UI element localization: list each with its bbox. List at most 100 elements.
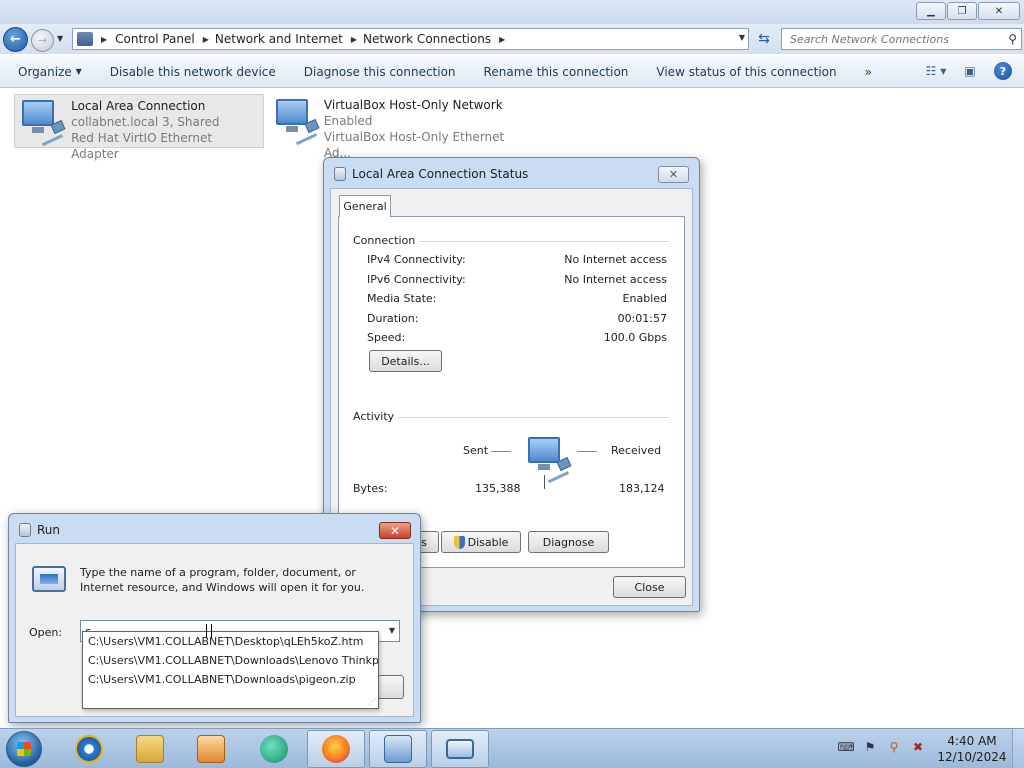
divider	[395, 417, 669, 418]
volume-muted-icon[interactable]: ✖	[910, 739, 926, 755]
bytes-sent: 135,388	[475, 482, 521, 495]
breadcrumb-label: Network and Internet	[214, 32, 343, 46]
tab-general[interactable]: General	[339, 195, 391, 217]
run-window-icon	[19, 523, 31, 537]
recent-pages-dropdown[interactable]: ▼	[57, 34, 63, 43]
ok-button[interactable]	[376, 675, 404, 699]
autocomplete-item[interactable]: C:\Users\VM1.COLLABNET\Desktop\qLEh5koZ.…	[83, 632, 378, 651]
help-icon[interactable]: ?	[994, 62, 1012, 80]
restore-button[interactable]: ❐	[947, 2, 977, 20]
stat-value: No Internet access	[564, 253, 667, 266]
connection-virtualbox[interactable]: VirtualBox Host-Only Network Enabled Vir…	[269, 94, 529, 160]
taskbar: ⌨ ⚑ ⚲ ✖ 4:40 AM 12/10/2024	[0, 728, 1024, 768]
back-button[interactable]: ←	[3, 27, 28, 52]
address-box[interactable]: ▶ Control Panel ▶ Network and Internet ▶…	[72, 28, 749, 50]
diagnose-button[interactable]: Diagnose	[528, 531, 609, 553]
refresh-icon: ⇆	[758, 31, 770, 47]
forward-button[interactable]: →	[31, 29, 54, 52]
autocomplete-item[interactable]: C:\Users\VM1.COLLABNET\Downloads\Lenovo …	[83, 651, 378, 670]
details-button[interactable]: Details...	[369, 350, 442, 372]
autocomplete-item[interactable]: C:\Users\VM1.COLLABNET\Downloads\pigeon.…	[83, 670, 378, 689]
breadcrumb-arrow[interactable]: ▶	[203, 35, 215, 44]
close-dialog-button[interactable]: Close	[613, 576, 686, 598]
action-center-icon[interactable]: ⚑	[862, 739, 878, 755]
taskbar-file-explorer[interactable]	[121, 730, 179, 768]
start-button[interactable]	[6, 731, 42, 767]
minimize-button[interactable]: ▁	[916, 2, 946, 20]
breadcrumb-arrow[interactable]: ▶	[499, 35, 511, 44]
notification-area: ⌨ ⚑ ⚲ ✖	[837, 739, 926, 755]
breadcrumb-control-panel[interactable]: Control Panel	[115, 32, 195, 46]
search-box[interactable]: ⚲	[781, 28, 1022, 50]
chevron-right-icon: ▶	[499, 34, 506, 44]
run-dialog-close-button[interactable]: ✕	[379, 522, 411, 539]
taskbar-chat-app[interactable]	[245, 730, 303, 768]
change-view-icon[interactable]: ☷ ▼	[926, 62, 947, 80]
taskbar-internet-explorer[interactable]	[60, 730, 118, 768]
stat-value: 00:01:57	[617, 312, 667, 325]
refresh-button[interactable]: ⇆	[752, 28, 776, 50]
organize-button[interactable]: Organize ▼	[0, 56, 96, 88]
close-button[interactable]: ✕	[978, 2, 1020, 20]
taskbar-firefox[interactable]	[307, 730, 365, 768]
disable-device-button[interactable]: Disable this network device	[96, 56, 290, 88]
bytes-label: Bytes:	[353, 482, 388, 495]
keyboard-icon[interactable]: ⌨	[837, 739, 854, 755]
close-icon: ✕	[668, 168, 679, 181]
view-status-button[interactable]: View status of this connection	[642, 56, 850, 88]
show-desktop-button[interactable]	[1012, 729, 1024, 768]
rename-button[interactable]: Rename this connection	[470, 56, 643, 88]
chevron-right-icon: ▶	[350, 34, 358, 44]
address-bar-area: ← → ▼ ▶ Control Panel ▶ Network and Inte…	[0, 24, 1024, 54]
network-adapter-icon	[272, 97, 320, 146]
breadcrumb-label: Network Connections	[363, 32, 492, 46]
search-input[interactable]	[790, 32, 1000, 46]
taskbar-run[interactable]	[431, 730, 489, 768]
disable-button[interactable]: Disable	[441, 531, 521, 553]
run-dialog-titlebar[interactable]: Run	[19, 523, 60, 537]
control-panel-icon	[384, 735, 412, 763]
breadcrumb-label: Control Panel	[115, 32, 195, 46]
diagnose-button[interactable]: Diagnose this connection	[290, 56, 470, 88]
file-explorer-icon	[136, 735, 164, 763]
breadcrumb-network-connections[interactable]: Network Connections	[363, 32, 491, 46]
chevron-down-icon: ▼	[75, 67, 82, 76]
address-dropdown[interactable]: ▼	[739, 33, 745, 42]
breadcrumb-arrow[interactable]: ▶	[351, 35, 363, 44]
more-commands-button[interactable]: »	[851, 56, 886, 88]
search-icon[interactable]: ⚲	[886, 739, 902, 755]
caption-buttons: ▁ ❐ ✕	[916, 2, 1020, 20]
stat-value: Enabled	[622, 292, 667, 305]
breadcrumb-root-arrow[interactable]: ▶	[101, 35, 113, 44]
uac-shield-icon	[453, 535, 465, 549]
explorer-titlebar[interactable]: ▁ ❐ ✕	[0, 0, 1024, 24]
status-dialog-titlebar[interactable]: Local Area Connection Status	[334, 167, 528, 181]
minimize-icon: ▁	[927, 5, 935, 17]
stat-row: IPv4 Connectivity: No Internet access	[367, 253, 667, 266]
tab-label: General	[343, 200, 387, 213]
clock-time: 4:40 AM	[947, 734, 997, 748]
close-icon: ✕	[994, 5, 1004, 17]
status-dialog-close-button[interactable]: ✕	[658, 166, 689, 183]
clock[interactable]: 4:40 AM 12/10/2024	[932, 733, 1012, 765]
resize-grip-icon[interactable]: ⋰	[368, 697, 376, 706]
connection-local-area[interactable]: Local Area Connection collabnet.local 3,…	[14, 94, 264, 161]
search-icon[interactable]: ⚲	[1008, 32, 1017, 46]
forward-arrow-icon: →	[37, 34, 48, 47]
internet-explorer-icon	[75, 735, 103, 763]
back-arrow-icon: ←	[10, 32, 21, 47]
connection-status: collabnet.local 3, Shared	[71, 115, 220, 129]
preview-pane-icon[interactable]: ▣	[960, 62, 980, 80]
taskbar-control-panel[interactable]	[369, 730, 427, 768]
network-adapter-icon	[18, 98, 66, 147]
connection-status: Enabled	[323, 114, 373, 128]
stat-row: Media State: Enabled	[367, 292, 667, 305]
stat-label: Speed:	[367, 331, 406, 344]
disable-label: Disable	[467, 535, 509, 549]
taskbar-media-player[interactable]	[182, 730, 240, 768]
chevron-right-icon: ▶	[101, 34, 108, 44]
autocomplete-dropdown: C:\Users\VM1.COLLABNET\Desktop\qLEh5koZ.…	[82, 631, 379, 709]
activity-group-label: Activity	[353, 410, 399, 423]
chevron-down-icon[interactable]: ▼	[389, 626, 395, 635]
breadcrumb-network-internet[interactable]: Network and Internet	[215, 32, 343, 46]
